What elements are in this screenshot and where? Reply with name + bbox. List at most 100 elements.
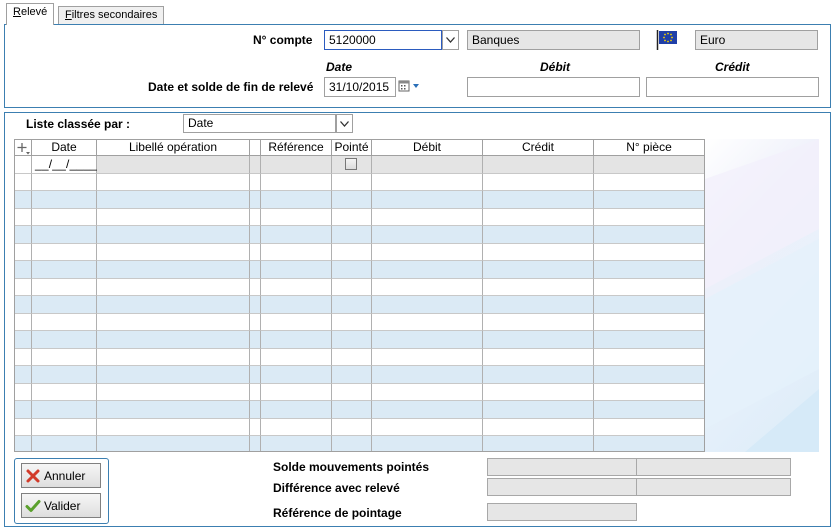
table-cell[interactable]	[261, 191, 332, 209]
header-num-piece[interactable]: N° pièce	[594, 140, 704, 156]
table-cell[interactable]	[483, 261, 594, 279]
table-cell[interactable]	[261, 418, 332, 436]
table-cell[interactable]	[250, 383, 261, 401]
table-cell[interactable]	[372, 436, 483, 451]
table-cell[interactable]	[483, 173, 594, 191]
table-cell[interactable]	[15, 418, 32, 436]
table-cell[interactable]	[261, 348, 332, 366]
table-cell[interactable]	[261, 173, 332, 191]
header-debit[interactable]: Débit	[372, 140, 483, 156]
header-reference[interactable]: Référence	[261, 140, 332, 156]
table-cell[interactable]	[332, 156, 372, 174]
table-cell[interactable]	[332, 366, 372, 384]
table-cell[interactable]	[594, 156, 704, 174]
tab-releve[interactable]: Relevé	[6, 3, 55, 25]
table-row[interactable]	[15, 436, 704, 451]
table-row[interactable]	[15, 278, 704, 296]
table-cell[interactable]	[594, 419, 704, 436]
table-cell[interactable]	[32, 313, 97, 331]
table-cell[interactable]	[332, 243, 372, 261]
pointe-checkbox[interactable]	[345, 158, 357, 170]
statement-date-input[interactable]: 31/10/2015	[324, 77, 396, 97]
table-cell[interactable]	[594, 366, 704, 384]
table-cell[interactable]	[372, 383, 483, 401]
table-cell[interactable]	[32, 261, 97, 279]
table-cell[interactable]	[372, 191, 483, 209]
table-cell[interactable]	[97, 226, 250, 244]
table-cell[interactable]	[97, 436, 250, 451]
table-cell[interactable]	[261, 383, 332, 401]
table-row[interactable]	[15, 348, 704, 366]
table-cell[interactable]	[372, 278, 483, 296]
table-cell[interactable]	[15, 208, 32, 226]
table-cell[interactable]	[97, 331, 250, 349]
add-row-icon[interactable]	[15, 140, 32, 156]
table-cell[interactable]	[261, 156, 332, 174]
table-cell[interactable]	[250, 418, 261, 436]
table-cell[interactable]	[594, 226, 704, 244]
validate-button[interactable]: Valider	[21, 493, 101, 518]
table-cell[interactable]	[372, 313, 483, 331]
table-cell[interactable]	[332, 313, 372, 331]
table-cell[interactable]	[250, 401, 261, 419]
table-cell[interactable]	[15, 383, 32, 401]
table-cell[interactable]	[97, 261, 250, 279]
table-cell[interactable]	[15, 331, 32, 349]
table-cell[interactable]	[261, 401, 332, 419]
table-cell[interactable]	[32, 208, 97, 226]
table-cell[interactable]	[15, 278, 32, 296]
table-cell[interactable]	[250, 191, 261, 209]
table-cell[interactable]	[332, 418, 372, 436]
table-row[interactable]	[15, 208, 704, 226]
table-cell[interactable]	[261, 261, 332, 279]
table-row[interactable]	[15, 296, 704, 314]
table-cell[interactable]	[250, 436, 261, 451]
table-cell[interactable]	[372, 296, 483, 314]
table-cell[interactable]	[594, 296, 704, 314]
table-cell[interactable]	[332, 173, 372, 191]
table-cell[interactable]	[32, 366, 97, 384]
table-cell[interactable]	[594, 191, 704, 209]
table-cell[interactable]	[483, 226, 594, 244]
table-cell[interactable]	[250, 313, 261, 331]
table-cell[interactable]	[15, 191, 32, 209]
table-cell[interactable]	[97, 348, 250, 366]
table-cell[interactable]	[594, 436, 704, 451]
table-cell[interactable]	[594, 279, 704, 296]
table-cell[interactable]	[372, 331, 483, 349]
table-row[interactable]	[15, 261, 704, 279]
table-cell[interactable]	[97, 191, 250, 209]
table-row[interactable]	[15, 366, 704, 384]
table-cell[interactable]	[32, 296, 97, 314]
table-cell[interactable]	[483, 418, 594, 436]
table-cell[interactable]	[372, 418, 483, 436]
table-cell[interactable]	[332, 208, 372, 226]
header-credit[interactable]: Crédit	[483, 140, 594, 156]
table-cell[interactable]	[483, 366, 594, 384]
table-cell[interactable]	[261, 313, 332, 331]
table-cell[interactable]	[250, 331, 261, 349]
table-cell[interactable]	[332, 348, 372, 366]
table-cell[interactable]	[250, 348, 261, 366]
sort-dropdown-button[interactable]	[336, 114, 353, 133]
table-cell[interactable]	[483, 191, 594, 209]
table-cell[interactable]	[483, 156, 594, 174]
table-cell[interactable]	[15, 313, 32, 331]
table-cell[interactable]	[261, 331, 332, 349]
table-cell[interactable]	[32, 191, 97, 209]
table-cell[interactable]	[372, 243, 483, 261]
table-cell[interactable]	[594, 174, 704, 191]
table-cell[interactable]	[372, 401, 483, 419]
table-cell[interactable]	[594, 384, 704, 401]
table-cell[interactable]	[261, 296, 332, 314]
table-row[interactable]	[15, 418, 704, 436]
cancel-button[interactable]: Annuler	[21, 463, 101, 488]
table-cell[interactable]	[332, 331, 372, 349]
table-row[interactable]	[15, 173, 704, 191]
table-cell[interactable]	[97, 366, 250, 384]
table-cell[interactable]	[332, 401, 372, 419]
table-cell[interactable]	[15, 366, 32, 384]
table-cell[interactable]	[97, 173, 250, 191]
table-cell[interactable]	[15, 173, 32, 191]
table-cell[interactable]	[15, 401, 32, 419]
